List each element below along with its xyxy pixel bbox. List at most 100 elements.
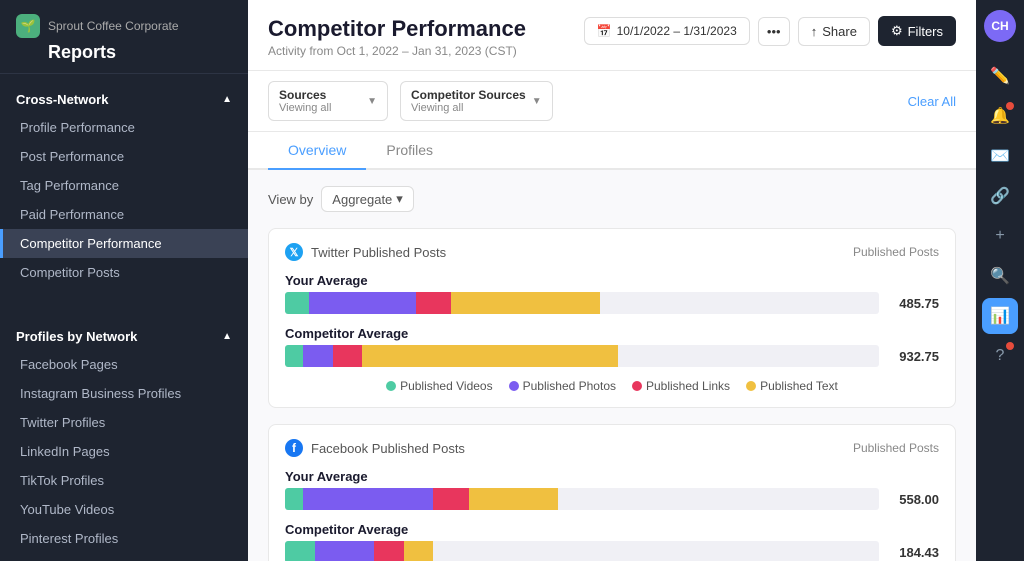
twitter-your-avg-value: 485.75 — [889, 296, 939, 311]
twitter-your-text-seg — [451, 292, 600, 314]
tab-profiles[interactable]: Profiles — [366, 132, 453, 170]
alert-icon-btn[interactable]: 🔔 — [982, 98, 1018, 134]
cross-network-section: Cross-Network ▲ Profile Performance Post… — [0, 74, 248, 299]
help-icon-btn[interactable]: ? — [982, 338, 1018, 374]
nav-item-linkedin-pages[interactable]: LinkedIn Pages — [0, 437, 248, 466]
filters-icon: ⚙ — [891, 23, 903, 39]
message-icon-btn[interactable]: ✉️ — [982, 138, 1018, 174]
twitter-competitor-avg-value: 932.75 — [889, 349, 939, 364]
sidebar: 🌱 Sprout Coffee Corporate Reports Cross-… — [0, 0, 248, 561]
twitter-your-photos-seg — [309, 292, 416, 314]
help-icon: ? — [996, 347, 1005, 365]
facebook-competitor-avg-label: Competitor Average — [285, 522, 939, 537]
legend-photos-dot — [509, 381, 519, 391]
legend-text-dot — [746, 381, 756, 391]
header-actions: 📅 10/1/2022 – 1/31/2023 ••• ↑ Share ⚙ Fi… — [584, 16, 956, 46]
cross-network-header[interactable]: Cross-Network ▲ — [0, 86, 248, 113]
view-by-label: View by — [268, 192, 313, 207]
view-by-chevron-icon: ▾ — [396, 191, 403, 207]
twitter-competitor-avg-label: Competitor Average — [285, 326, 939, 341]
facebook-chart-section: f Facebook Published Posts Published Pos… — [268, 424, 956, 561]
date-range-label: 10/1/2022 – 1/31/2023 — [617, 24, 737, 38]
twitter-competitor-avg-row: Competitor Average 932.75 — [285, 326, 939, 367]
edit-icon-btn[interactable]: ✏️ — [982, 58, 1018, 94]
legend-videos: Published Videos — [386, 379, 493, 393]
content-area: View by Aggregate ▾ 𝕏 Twitter Published … — [248, 170, 976, 561]
twitter-competitor-text-seg — [362, 345, 617, 367]
twitter-competitor-avg-track — [285, 345, 879, 367]
profiles-by-network-header[interactable]: Profiles by Network ▲ — [0, 323, 248, 350]
sources-value: Viewing all — [279, 102, 361, 114]
fb-your-photos-seg — [303, 488, 434, 510]
nav-item-twitter-profiles[interactable]: Twitter Profiles — [0, 408, 248, 437]
profiles-chevron: ▲ — [222, 331, 232, 342]
nav-item-pinterest-profiles[interactable]: Pinterest Profiles — [0, 524, 248, 553]
twitter-competitor-links-seg — [333, 345, 363, 367]
brand-area: 🌱 Sprout Coffee Corporate — [16, 14, 232, 38]
user-avatar[interactable]: CH — [984, 10, 1016, 42]
date-range-button[interactable]: 📅 10/1/2022 – 1/31/2023 — [584, 17, 750, 45]
help-badge — [1006, 342, 1014, 350]
calendar-icon: 📅 — [597, 24, 612, 38]
more-button[interactable]: ••• — [758, 17, 790, 46]
share-icon: ↑ — [811, 24, 818, 39]
legend-videos-label: Published Videos — [400, 379, 493, 393]
sources-label-group: Sources Viewing all — [279, 88, 361, 114]
nav-item-youtube-videos[interactable]: YouTube Videos — [0, 495, 248, 524]
cross-network-chevron: ▲ — [222, 94, 232, 105]
share-label: Share — [822, 24, 857, 39]
analytics-icon-btn[interactable]: 📊 — [982, 298, 1018, 334]
twitter-network-icon: 𝕏 — [285, 243, 303, 261]
sources-label: Sources — [279, 88, 361, 102]
add-icon-btn[interactable]: + — [982, 218, 1018, 254]
tab-overview[interactable]: Overview — [268, 132, 366, 170]
nav-item-competitor-performance[interactable]: Competitor Performance — [0, 229, 248, 258]
twitter-chart-section: 𝕏 Twitter Published Posts Published Post… — [268, 228, 956, 408]
legend-links-dot — [632, 381, 642, 391]
twitter-your-links-seg — [416, 292, 452, 314]
view-by-value: Aggregate — [332, 192, 392, 207]
twitter-your-avg-track — [285, 292, 879, 314]
page-title: Competitor Performance — [268, 16, 526, 42]
twitter-chart-title: 𝕏 Twitter Published Posts — [285, 243, 446, 261]
competitor-sources-label-group: Competitor Sources Viewing all — [411, 88, 526, 114]
facebook-your-avg-track — [285, 488, 879, 510]
share-button[interactable]: ↑ Share — [798, 17, 870, 46]
nav-item-paid-performance[interactable]: Paid Performance — [0, 200, 248, 229]
legend-text-label: Published Text — [760, 379, 838, 393]
facebook-network-icon: f — [285, 439, 303, 457]
filters-button[interactable]: ⚙ Filters — [878, 16, 956, 46]
nav-item-competitor-posts[interactable]: Competitor Posts — [0, 258, 248, 287]
nav-item-facebook-pages[interactable]: Facebook Pages — [0, 350, 248, 379]
facebook-competitor-avg-track — [285, 541, 879, 561]
fb-comp-links-seg — [374, 541, 404, 561]
nav-item-instagram-business[interactable]: Instagram Business Profiles — [0, 379, 248, 408]
filter-bar: Sources Viewing all ▼ Competitor Sources… — [248, 71, 976, 132]
competitor-sources-label: Competitor Sources — [411, 88, 526, 102]
facebook-competitor-avg-bar: 184.43 — [285, 541, 939, 561]
legend-text: Published Text — [746, 379, 838, 393]
facebook-your-avg-value: 558.00 — [889, 492, 939, 507]
twitter-chart-title-text: Twitter Published Posts — [311, 245, 446, 260]
fb-comp-photos-seg — [315, 541, 374, 561]
twitter-legend: Published Videos Published Photos Publis… — [285, 379, 939, 393]
view-by-control: View by Aggregate ▾ — [268, 186, 956, 212]
competitor-sources-filter[interactable]: Competitor Sources Viewing all ▼ — [400, 81, 553, 121]
sidebar-header: 🌱 Sprout Coffee Corporate Reports — [0, 0, 248, 74]
view-by-select[interactable]: Aggregate ▾ — [321, 186, 414, 212]
facebook-your-avg-label: Your Average — [285, 469, 939, 484]
nav-item-tiktok-profiles[interactable]: TikTok Profiles — [0, 466, 248, 495]
sources-filter[interactable]: Sources Viewing all ▼ — [268, 81, 388, 121]
search-icon-btn[interactable]: 🔍 — [982, 258, 1018, 294]
nav-item-profile-performance[interactable]: Profile Performance — [0, 113, 248, 142]
twitter-competitor-videos-seg — [285, 345, 303, 367]
nav-item-post-performance[interactable]: Post Performance — [0, 142, 248, 171]
nav-item-tag-performance[interactable]: Tag Performance — [0, 171, 248, 200]
link-icon-btn[interactable]: 🔗 — [982, 178, 1018, 214]
brand-company: Sprout Coffee Corporate — [48, 19, 179, 33]
legend-photos: Published Photos — [509, 379, 616, 393]
twitter-competitor-avg-bar: 932.75 — [285, 345, 939, 367]
right-icon-strip: CH ✏️ 🔔 ✉️ 🔗 + 🔍 📊 ? — [976, 0, 1024, 561]
clear-all-button[interactable]: Clear All — [908, 94, 956, 109]
facebook-competitor-avg-value: 184.43 — [889, 545, 939, 560]
